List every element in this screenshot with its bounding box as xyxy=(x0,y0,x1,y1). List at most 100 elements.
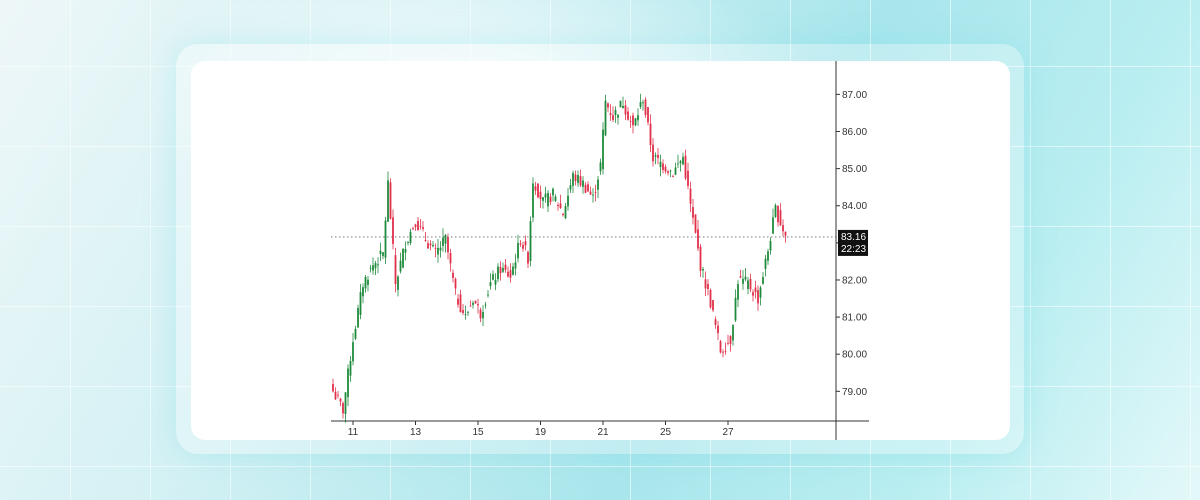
candle-body xyxy=(779,210,782,226)
candle-body xyxy=(547,192,549,207)
candle-body xyxy=(519,243,522,245)
candle-body xyxy=(662,163,664,170)
candle-body xyxy=(704,279,707,289)
candle-body xyxy=(769,240,772,251)
candle-body xyxy=(399,260,402,272)
candle-body xyxy=(434,248,437,249)
candlestick-chart: 79.0080.0081.0082.0083.0084.0085.0086.00… xyxy=(331,61,869,440)
candle-body xyxy=(679,161,682,164)
x-tick-label: 21 xyxy=(597,427,609,438)
candle-body xyxy=(592,194,594,196)
candle-body xyxy=(477,304,479,306)
candle-body xyxy=(652,144,654,162)
candle-body xyxy=(597,179,599,190)
candle-body xyxy=(537,183,539,198)
candle-body xyxy=(714,319,717,325)
candle-body xyxy=(512,266,514,275)
candle-body xyxy=(754,287,757,293)
candle-body xyxy=(757,290,759,304)
candle-body xyxy=(439,247,442,251)
candle-body xyxy=(567,195,569,207)
candle-body xyxy=(494,280,497,285)
candle-body xyxy=(467,312,469,314)
candle-body xyxy=(669,170,672,172)
candle-body xyxy=(762,277,764,284)
candle-body xyxy=(549,196,552,203)
candle-body xyxy=(767,251,769,261)
candle-body xyxy=(372,265,374,271)
candles-group xyxy=(332,93,787,423)
candle-body xyxy=(564,206,567,219)
candle-body xyxy=(677,163,679,165)
candle-body xyxy=(569,185,572,190)
candle-body xyxy=(457,298,459,305)
candle-body xyxy=(574,174,577,182)
candle-body xyxy=(552,188,554,196)
candle-body xyxy=(534,186,537,191)
candle-body xyxy=(759,287,762,298)
candle-body xyxy=(614,110,617,115)
x-tick-label: 13 xyxy=(410,427,422,438)
candle-body xyxy=(709,289,712,308)
candle-body xyxy=(527,251,529,264)
candle-body xyxy=(459,294,462,313)
y-tick-label: 84.00 xyxy=(842,201,867,212)
candle-body xyxy=(387,180,389,222)
candle-body xyxy=(369,267,372,269)
candle-body xyxy=(749,278,752,290)
x-tick-label: 27 xyxy=(722,427,734,438)
candle-body xyxy=(442,237,444,246)
candle-body xyxy=(334,392,337,400)
candle-body xyxy=(624,105,627,115)
candle-body xyxy=(687,170,689,186)
countdown-value: 22:23 xyxy=(841,244,866,255)
candle-body xyxy=(509,270,512,278)
x-tick-label: 15 xyxy=(472,427,484,438)
candle-body xyxy=(544,193,547,198)
candle-body xyxy=(497,266,499,280)
candle-body xyxy=(482,312,484,319)
candle-body xyxy=(447,237,449,253)
candle-body xyxy=(649,123,652,146)
candle-body xyxy=(449,253,452,264)
chart-card: 79.0080.0081.0082.0083.0084.0085.0086.00… xyxy=(191,61,1010,440)
candle-body xyxy=(697,229,699,249)
candle-body xyxy=(617,114,619,118)
candle-body xyxy=(354,328,357,339)
candle-body xyxy=(472,302,474,305)
candle-body xyxy=(712,300,714,311)
candle-body xyxy=(609,113,612,116)
candle-body xyxy=(432,245,434,247)
candle-body xyxy=(427,243,429,249)
candle-body xyxy=(657,154,659,158)
candle-body xyxy=(627,111,629,120)
candle-body xyxy=(397,276,399,290)
candle-body xyxy=(429,243,432,246)
candle-body xyxy=(699,246,702,271)
candle-body xyxy=(342,402,344,414)
candle-body xyxy=(404,249,407,253)
y-tick-label: 86.00 xyxy=(842,127,867,138)
candle-body xyxy=(559,203,562,209)
candle-body xyxy=(717,325,719,334)
candle-body xyxy=(572,172,574,186)
candle-body xyxy=(507,271,509,277)
candle-body xyxy=(612,115,614,120)
x-tick-label: 25 xyxy=(660,427,672,438)
candle-body xyxy=(504,264,507,270)
candle-body xyxy=(602,129,604,170)
candle-body xyxy=(744,276,747,280)
candle-body xyxy=(464,313,467,315)
candle-body xyxy=(539,191,542,199)
candle-body xyxy=(784,231,787,236)
candle-body xyxy=(357,307,359,328)
candle-body xyxy=(782,225,784,232)
candle-body xyxy=(634,118,637,126)
candle-body xyxy=(332,384,334,392)
candle-body xyxy=(514,262,517,269)
candle-body xyxy=(607,103,609,108)
candle-body xyxy=(637,115,639,121)
candle-body xyxy=(462,310,464,313)
candle-body xyxy=(694,214,697,233)
candle-body xyxy=(349,361,352,376)
